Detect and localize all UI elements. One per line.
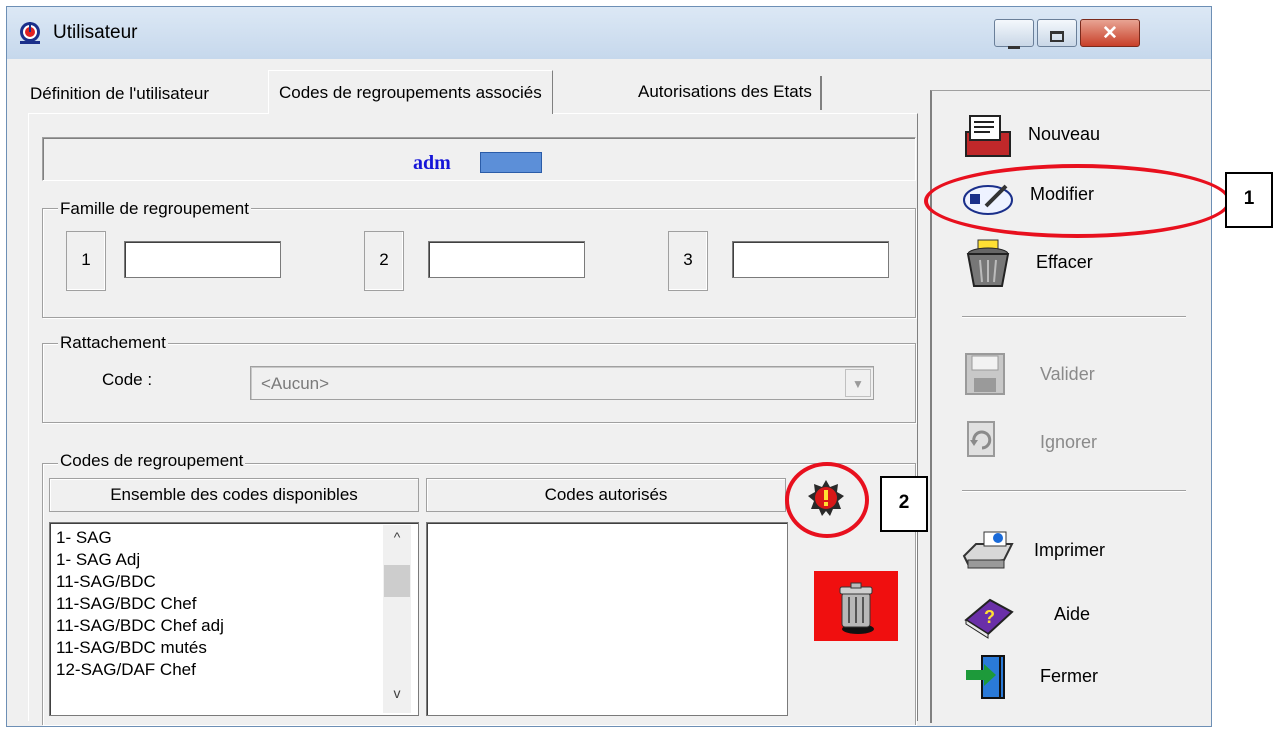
user-name: adm <box>413 152 451 174</box>
aide-label: Aide <box>1054 604 1091 624</box>
available-codes-header: Ensemble des codes disponibles <box>49 478 419 512</box>
imprimer-button[interactable]: Imprimer <box>960 526 1160 578</box>
minimize-button[interactable] <box>994 19 1034 49</box>
scroll-thumb[interactable] <box>384 565 410 597</box>
maximize-button[interactable] <box>1037 19 1077 47</box>
famille-input-2[interactable] <box>428 241 585 278</box>
highlight-ellipse-modifier <box>924 164 1231 238</box>
valider-button[interactable]: Valider <box>960 350 1160 402</box>
close-icon: ✕ <box>1102 23 1118 44</box>
imprimer-label: Imprimer <box>1034 540 1105 560</box>
toolbar-separator <box>962 316 1186 318</box>
famille-input-3[interactable] <box>732 241 889 278</box>
aide-button[interactable]: ? Aide <box>960 590 1160 642</box>
toolbar-separator <box>962 490 1186 492</box>
rattachement-legend: Rattachement <box>58 333 168 353</box>
new-card-icon <box>965 115 1011 157</box>
famille-number-1: 1 <box>66 231 106 291</box>
window-title: Utilisateur <box>53 22 138 43</box>
codes-legend-text: Codes de regroupement <box>60 451 244 470</box>
minimize-icon <box>995 34 1033 54</box>
available-codes-list[interactable]: 1- SAG 1- SAG Adj 11-SAG/BDC 11-SAG/BDC … <box>49 522 419 716</box>
chevron-up-icon[interactable]: ^ <box>383 529 411 545</box>
list-item[interactable]: 11-SAG/BDC Chef adj <box>56 615 224 637</box>
list-item[interactable]: 11-SAG/BDC mutés <box>56 637 207 659</box>
code-select[interactable]: <Aucun> ▼ <box>250 366 874 400</box>
maximize-icon <box>1038 27 1076 47</box>
tab-autorisations-etats[interactable]: Autorisations des Etats <box>630 76 822 110</box>
exit-door-icon <box>966 655 1005 699</box>
code-label: Code : <box>102 370 153 389</box>
tab-definition[interactable]: Définition de l'utilisateur <box>30 76 209 114</box>
famille-number-3: 3 <box>668 231 708 291</box>
title-bar[interactable]: Utilisateur ✕ <box>7 7 1211 59</box>
ignorer-button[interactable]: Ignorer <box>960 418 1160 470</box>
list-item[interactable]: 11-SAG/BDC Chef <box>56 593 196 615</box>
nouveau-button[interactable]: Nouveau <box>960 110 1160 162</box>
remove-code-button[interactable] <box>814 571 898 641</box>
codes-legend: Codes de regroupement <box>58 451 246 471</box>
famille-number-2: 2 <box>364 231 404 291</box>
effacer-button[interactable]: Effacer <box>960 238 1160 290</box>
list-item[interactable]: 11-SAG/BDC <box>56 571 156 593</box>
callout-number-1: 1 <box>1225 172 1273 228</box>
effacer-label: Effacer <box>1036 252 1093 272</box>
chevron-down-icon[interactable]: v <box>383 685 411 701</box>
svg-text:?: ? <box>984 607 995 627</box>
callout-number-2: 2 <box>880 476 928 532</box>
save-icon <box>965 353 1005 395</box>
fermer-label: Fermer <box>1040 666 1098 686</box>
user-banner <box>42 137 916 181</box>
list-item[interactable]: 12-SAG/DAF Chef <box>56 659 196 681</box>
app-icon <box>20 22 40 44</box>
list-scrollbar[interactable]: ^ v <box>383 525 411 713</box>
authorized-codes-list[interactable] <box>426 522 788 716</box>
folder-trash-icon <box>966 239 1010 287</box>
highlight-ellipse-alert <box>785 462 869 538</box>
list-item[interactable]: 1- SAG <box>56 527 112 549</box>
ignorer-label: Ignorer <box>1040 432 1098 452</box>
chevron-down-icon[interactable]: ▼ <box>845 369 871 397</box>
close-button[interactable]: ✕ <box>1080 19 1140 47</box>
help-book-icon: ? <box>964 598 1014 639</box>
fermer-button[interactable]: Fermer <box>960 652 1160 704</box>
list-item[interactable]: 1- SAG Adj <box>56 549 140 571</box>
famille-input-1[interactable] <box>124 241 281 278</box>
printer-icon <box>962 531 1014 569</box>
tab-codes-regroupements[interactable]: Codes de regroupements associés <box>268 70 553 114</box>
authorized-codes-header: Codes autorisés <box>426 478 786 512</box>
undo-icon <box>967 421 995 457</box>
redacted-name-block <box>480 152 542 173</box>
nouveau-label: Nouveau <box>1028 124 1101 144</box>
famille-legend: Famille de regroupement <box>58 199 251 219</box>
trash-icon <box>839 582 874 634</box>
code-select-value: <Aucun> <box>261 374 330 393</box>
valider-label: Valider <box>1040 364 1095 384</box>
